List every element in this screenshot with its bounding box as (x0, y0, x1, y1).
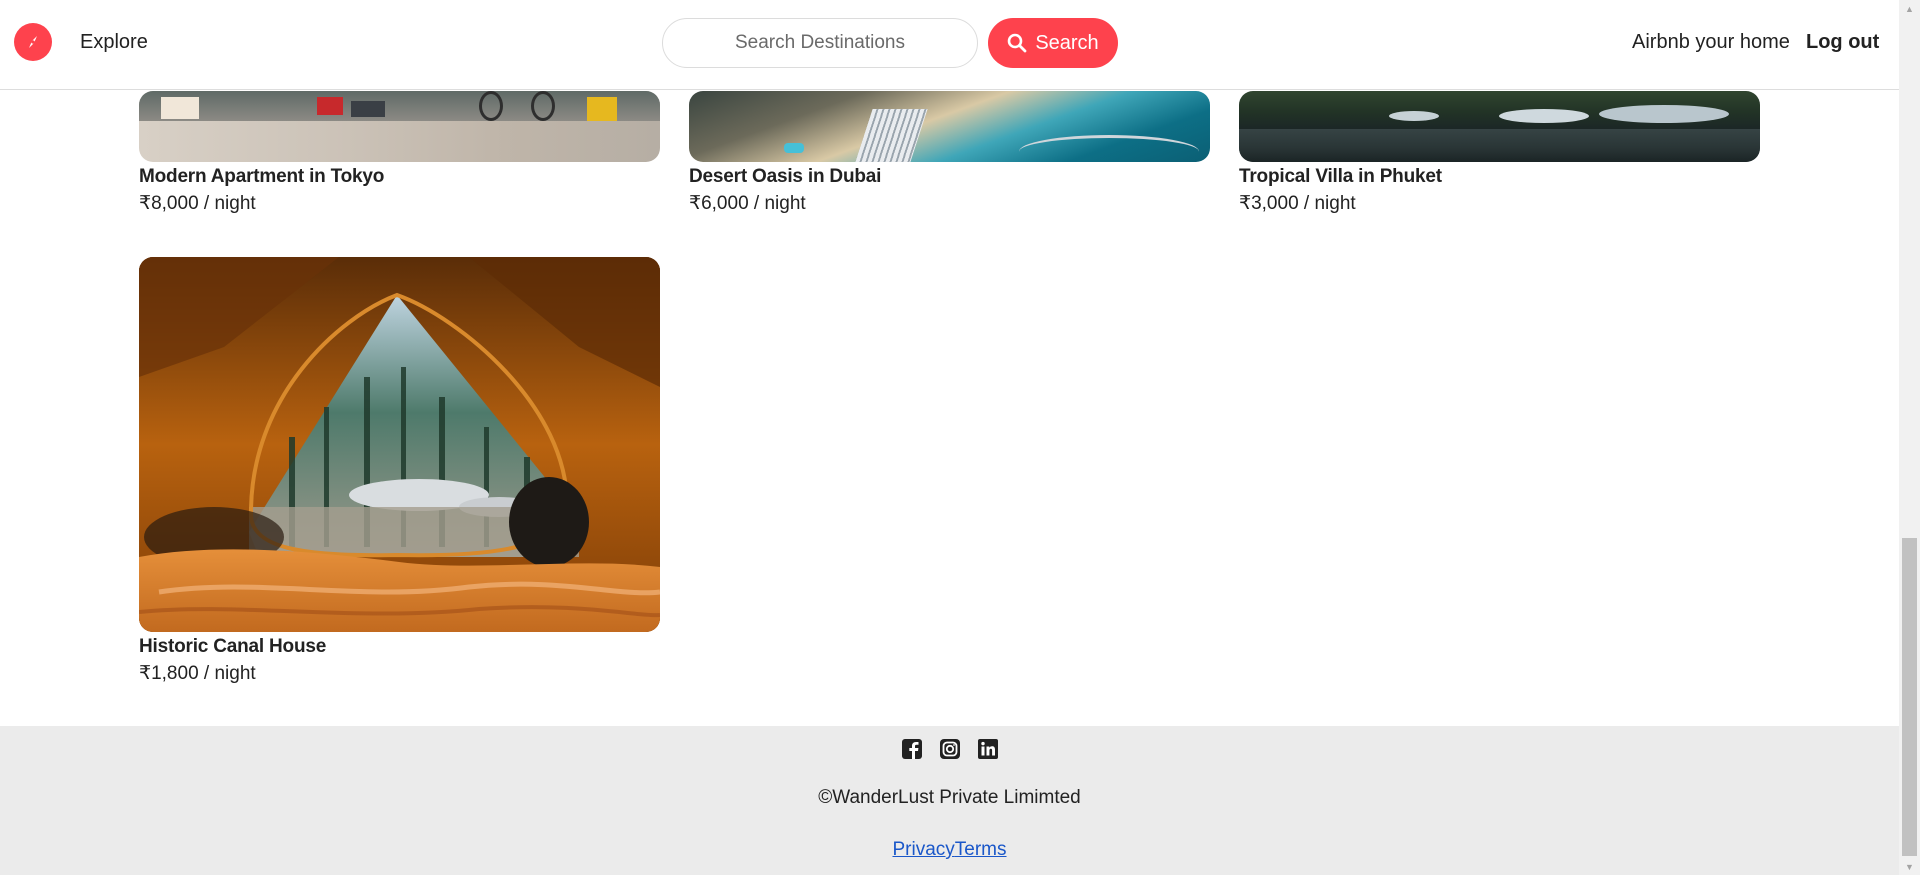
listing-title: Tropical Villa in Phuket (1239, 166, 1442, 187)
listing-price: ₹6,000 / night (689, 193, 806, 214)
listing-card[interactable]: Historic Canal House ₹1,800 / night (139, 257, 660, 685)
airbnb-your-home-link[interactable]: Airbnb your home (1632, 31, 1790, 54)
logout-link[interactable]: Log out (1806, 31, 1879, 54)
scroll-up-arrow-icon[interactable]: ▲ (1899, 0, 1920, 17)
listing-price: ₹8,000 / night (139, 193, 256, 214)
nav-explore-link[interactable]: Explore (80, 31, 148, 54)
listing-card[interactable]: Modern Apartment in Tokyo ₹8,000 / night (139, 91, 660, 215)
navbar: Explore Search Airbnb your home Log out (0, 0, 1899, 90)
search-button-label: Search (1035, 31, 1099, 54)
search-icon (1008, 33, 1027, 53)
vertical-scrollbar[interactable]: ▲ ▼ (1899, 0, 1920, 875)
listing-image[interactable] (139, 91, 660, 162)
listing-card[interactable]: Tropical Villa in Phuket ₹3,000 / night (1239, 91, 1760, 215)
listing-title: Historic Canal House (139, 636, 327, 657)
copyright-text: ©WanderLust Private Limimted (818, 787, 1081, 808)
footer-links: PrivacyTerms (0, 839, 1899, 861)
footer: ©WanderLust Private Limimted PrivacyTerm… (0, 726, 1899, 875)
instagram-icon[interactable] (939, 738, 961, 760)
listing-price: ₹1,800 / night (139, 663, 256, 684)
listing-title: Desert Oasis in Dubai (689, 166, 882, 187)
search-input[interactable] (662, 18, 978, 68)
listing-title: Modern Apartment in Tokyo (139, 166, 385, 187)
scrollbar-thumb[interactable] (1902, 538, 1917, 856)
listing-image[interactable] (1239, 91, 1760, 162)
scroll-down-arrow-icon[interactable]: ▼ (1899, 858, 1920, 875)
compass-logo-icon[interactable] (14, 23, 52, 61)
listing-price: ₹3,000 / night (1239, 193, 1356, 214)
listing-image[interactable] (139, 257, 660, 632)
social-links (0, 738, 1899, 760)
facebook-icon[interactable] (901, 738, 923, 760)
listing-image[interactable] (689, 91, 1210, 162)
listing-card[interactable]: Desert Oasis in Dubai ₹6,000 / night (689, 91, 1210, 215)
terms-link[interactable]: Terms (955, 839, 1007, 860)
search-button[interactable]: Search (988, 18, 1118, 68)
privacy-link[interactable]: Privacy (892, 839, 954, 860)
linkedin-icon[interactable] (977, 738, 999, 760)
